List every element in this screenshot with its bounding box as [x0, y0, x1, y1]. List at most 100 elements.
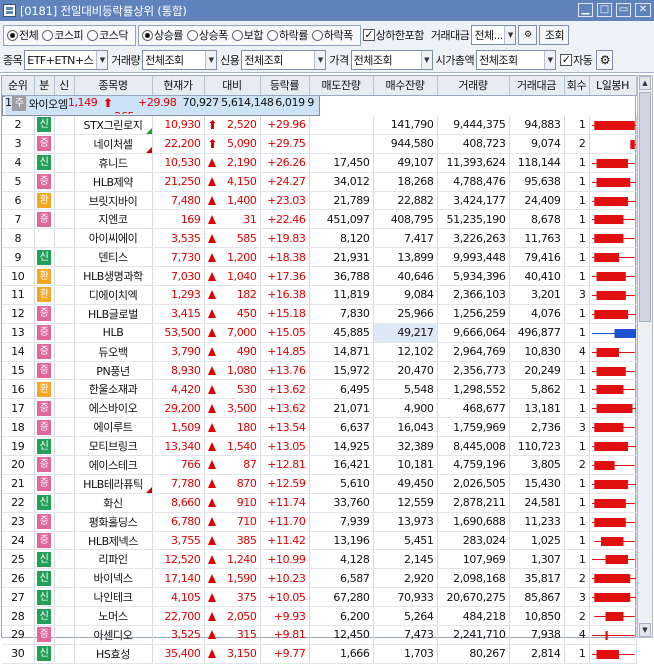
- stock-name-cell[interactable]: HLB테라퓨틱: [74, 474, 153, 494]
- stock-name-cell[interactable]: HLB글로벌: [74, 304, 153, 324]
- column-header[interactable]: 대비: [204, 76, 261, 96]
- table-row[interactable]: 5 증 HLB제약 21,250 4,150 +24.27 34,012 18,268 4,78…: [2, 172, 637, 192]
- change-radio-1[interactable]: 상승폭: [186, 27, 228, 43]
- settings-button[interactable]: ⚙: [596, 50, 614, 70]
- stock-name-cell[interactable]: 화신: [74, 493, 153, 513]
- stock-name-cell[interactable]: 평화홀딩스: [74, 512, 153, 532]
- scrollbar-thumb[interactable]: [639, 92, 651, 322]
- table-row[interactable]: 17 증 에스바이오 29,200 3,500 +13.62 21,071 4,900 468,…: [2, 398, 637, 419]
- table-row[interactable]: 9 신 덴티스 7,730 1,200 +18.38 21,931 13,899 9,993,4…: [2, 247, 637, 268]
- minimize-icon[interactable]: ▁: [578, 3, 593, 17]
- stock-name-cell[interactable]: 브릿지바이: [74, 191, 153, 211]
- table-row[interactable]: 3 증 네이처셀 22,200 ⬆ 5,090 +29.75 944,580 408,723 9,…: [2, 134, 637, 154]
- table-row[interactable]: 8 아이씨에이 3,535 585 +19.83 8,120 7,417 3,226,263 1…: [2, 228, 637, 249]
- stock-name-cell[interactable]: 네이처셀: [74, 134, 153, 154]
- column-header[interactable]: 신: [54, 76, 75, 96]
- table-row[interactable]: 12 증 HLB글로벌 3,415 450 +15.18 7,830 25,966 1,256,…: [2, 304, 637, 324]
- stock-name-cell[interactable]: 나인테크: [74, 587, 153, 608]
- scroll-up-icon[interactable]: ▲: [639, 76, 651, 90]
- stock-name-cell[interactable]: 에스바이오: [74, 398, 153, 419]
- change-radio-3[interactable]: 하락률: [267, 27, 308, 43]
- stock-name-cell[interactable]: 휴니드: [74, 153, 153, 173]
- table-row[interactable]: 18 증 에이루트 1,509 180 +13.54 6,637 16,043 1,759,96…: [2, 417, 637, 438]
- auto-checkbox[interactable]: ✓ 자동: [560, 52, 593, 68]
- table-row[interactable]: 13 증 HLB 53,500 7,000 +15.05 45,885 49,217 9,666…: [2, 323, 637, 343]
- table-row[interactable]: 11 환 디에이치엑 1,293 182 +16.38 11,819 9,084 2,366,1…: [2, 285, 637, 305]
- stock-select[interactable]: ETF+ETN+스 ▼: [24, 50, 109, 70]
- table-row[interactable]: 14 증 듀오백 3,790 490 +14.85 14,871 12,102 2,964,76…: [2, 342, 637, 362]
- trade-amount-select[interactable]: 전체... ▼: [471, 25, 517, 45]
- stock-name-cell[interactable]: 듀오백: [74, 342, 153, 362]
- stock-name-cell[interactable]: 리파인: [74, 549, 153, 570]
- market-radio-0[interactable]: 전체: [7, 27, 39, 43]
- stock-name-cell[interactable]: 에이스테크: [74, 455, 153, 475]
- limit-include-checkbox[interactable]: ✓ 상하한포함: [362, 27, 424, 43]
- table-row[interactable]: 24 증 HLB제넥스 3,755 385 +11.42 13,196 5,451 283,02…: [2, 531, 637, 551]
- column-header[interactable]: 매수잔량: [373, 76, 438, 96]
- table-row[interactable]: 22 신 화신 8,660 910 +11.74 33,760 12,559 2,878,211…: [2, 493, 637, 513]
- table-row[interactable]: 27 신 나인테크 4,105 375 +10.05 67,280 70,933 20,670,…: [2, 587, 637, 608]
- column-header[interactable]: 분: [34, 76, 55, 96]
- table-row[interactable]: 4 신 휴니드 10,530 2,190 +26.26 17,450 49,107 11,393…: [2, 153, 637, 173]
- column-header[interactable]: 회수: [564, 76, 590, 96]
- table-row[interactable]: 2 신 STX그린로지 10,930 ⬆ 2,520 +29.96 141,790 9,444,…: [2, 115, 637, 135]
- stock-name-cell[interactable]: 디에이치엑: [74, 285, 153, 305]
- column-header[interactable]: 매도잔량: [309, 76, 374, 96]
- column-header[interactable]: 등락률: [260, 76, 310, 96]
- stock-name-cell[interactable]: 아이씨에이: [74, 228, 153, 249]
- stock-name-cell[interactable]: HLB생명과학: [74, 266, 153, 287]
- table-row[interactable]: 6 환 브릿지바이 7,480 1,400 +23.03 21,789 22,882 3,424…: [2, 191, 637, 211]
- table-row[interactable]: 25 신 리파인 12,520 1,240 +10.99 4,128 2,145 107,969…: [2, 549, 637, 570]
- column-header[interactable]: 종목명: [74, 76, 153, 96]
- stock-name-cell[interactable]: 노머스: [74, 606, 153, 627]
- table-row[interactable]: 16 환 한울소재과 4,420 530 +13.62 6,495 5,548 1,298,55…: [2, 379, 637, 400]
- table-row[interactable]: 15 증 PN풍년 8,930 1,080 +13.76 15,972 20,470 2,356…: [2, 361, 637, 381]
- table-row[interactable]: 19 신 모티브링크 13,340 1,540 +13.05 14,925 32,389 8,4…: [2, 436, 637, 457]
- change-radio-0[interactable]: 상승률: [142, 27, 183, 43]
- stock-name-cell[interactable]: 덴티스: [74, 247, 153, 268]
- close-icon[interactable]: ✕: [635, 3, 651, 17]
- price-select[interactable]: 전체조회 ▼: [350, 50, 433, 70]
- table-row[interactable]: 7 증 지엔코 169 31 +22.46 451,097 408,795 51,235,190…: [2, 209, 637, 230]
- restore-icon[interactable]: ▭: [616, 3, 631, 17]
- stock-name-cell[interactable]: HLB제넥스: [74, 531, 153, 551]
- column-header[interactable]: L일봉H: [589, 76, 637, 96]
- volume-select[interactable]: 전체조회 ▼: [142, 50, 218, 70]
- column-header[interactable]: 현재가: [152, 76, 205, 96]
- column-header[interactable]: 거래량: [437, 76, 510, 96]
- change-radio-4[interactable]: 하락폭: [311, 27, 353, 43]
- stock-name-cell[interactable]: 아센디오: [74, 625, 153, 645]
- market-radio-1[interactable]: 코스피: [42, 27, 84, 43]
- table-row[interactable]: 23 증 평화홀딩스 6,780 710 +11.70 7,939 13,973 1,690,6…: [2, 512, 637, 532]
- table-row[interactable]: 20 증 에이스테크 766 87 +12.81 16,421 10,181 4,759,196…: [2, 455, 637, 475]
- stock-name-cell[interactable]: HLB제약: [74, 172, 153, 192]
- mcap-select[interactable]: 전체조회 ▼: [476, 50, 557, 70]
- table-row[interactable]: 1주와이오엠1,149⬆265+29.9870,9275,614,1486,01…: [2, 95, 320, 116]
- stock-name-cell[interactable]: HS효성: [74, 644, 153, 664]
- scroll-down-icon[interactable]: ▼: [639, 623, 651, 637]
- table-row[interactable]: 30 신 HS효성 35,400 3,150 +9.77 1,666 1,703 80,267 2…: [2, 644, 637, 664]
- table-row[interactable]: 28 신 노머스 22,700 2,050 +9.93 6,200 5,264 484,218 1…: [2, 606, 637, 627]
- credit-select[interactable]: 전체조회 ▼: [241, 50, 327, 70]
- maximize-icon[interactable]: □: [597, 3, 612, 17]
- settings-small-button[interactable]: ⚙: [518, 25, 538, 45]
- stock-name-cell[interactable]: PN풍년: [74, 361, 153, 381]
- table-row[interactable]: 26 신 바이넥스 17,140 1,590 +10.23 6,587 2,920 2,098,…: [2, 568, 637, 589]
- stock-name-cell[interactable]: 와이오엠: [27, 96, 68, 115]
- stock-name-cell[interactable]: 에이루트: [74, 417, 153, 438]
- stock-name-cell[interactable]: HLB: [74, 323, 153, 343]
- stock-name-cell[interactable]: 한울소재과: [74, 379, 153, 400]
- change-radio-2[interactable]: 보합: [231, 27, 264, 43]
- market-radio-2[interactable]: 코스닥: [87, 27, 128, 43]
- stock-name-cell[interactable]: 바이넥스: [74, 568, 153, 589]
- column-header[interactable]: 거래대금: [509, 76, 565, 96]
- stock-name-cell[interactable]: STX그린로지: [74, 115, 153, 135]
- stock-name-cell[interactable]: 지엔코: [74, 209, 153, 230]
- vertical-scrollbar[interactable]: ▲ ▼: [637, 75, 653, 638]
- column-header[interactable]: 순위: [2, 76, 35, 96]
- table-row[interactable]: 10 환 HLB생명과학 7,030 1,040 +17.36 36,788 40,646 5,…: [2, 266, 637, 287]
- lookup-button[interactable]: 조회: [539, 25, 570, 45]
- stock-name-cell[interactable]: 모티브링크: [74, 436, 153, 457]
- table-row[interactable]: 21 증 HLB테라퓨틱 7,780 870 +12.59 5,610 49,450 2,026…: [2, 474, 637, 494]
- table-row[interactable]: 29 증 아센디오 3,525 315 +9.81 12,450 7,473 2,241,710…: [2, 625, 637, 645]
